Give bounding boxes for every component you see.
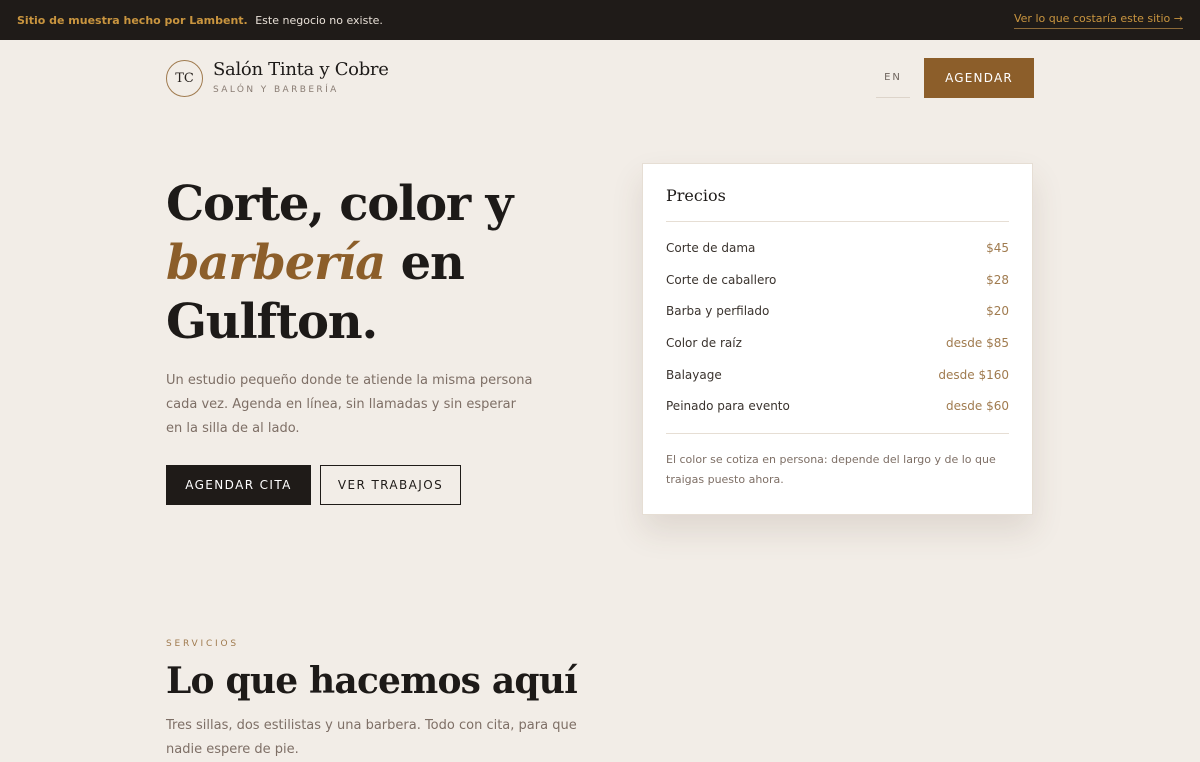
service-price: $45 xyxy=(986,240,1009,255)
book-button[interactable]: AGENDAR xyxy=(924,58,1034,98)
sample-site-banner: Sitio de muestra hecho por Lambent. Este… xyxy=(0,0,1200,40)
service-price: desde $85 xyxy=(946,335,1009,350)
service-name: Corte de dama xyxy=(666,240,756,255)
hero-title-line3: Gulfton. xyxy=(166,294,378,350)
logo-monogram[interactable]: TC xyxy=(166,60,203,97)
services-label: SERVICIOS xyxy=(166,639,239,649)
service-name: Barba y perfilado xyxy=(666,304,770,319)
service-price: $20 xyxy=(986,304,1009,319)
hero-title-accent: barbería xyxy=(166,235,386,291)
site-name[interactable]: Salón Tinta y Cobre xyxy=(213,59,389,80)
service-price: $28 xyxy=(986,272,1009,287)
services-subtitle: Tres sillas, dos estilistas y una barber… xyxy=(166,718,577,757)
service-name: Balayage xyxy=(666,367,722,382)
price-row: Balayage desde $160 xyxy=(666,359,1009,391)
price-row: Peinado para evento desde $60 xyxy=(666,390,1009,422)
price-row: Color de raíz desde $85 xyxy=(666,327,1009,359)
language-toggle[interactable]: EN xyxy=(876,58,910,98)
service-name: Color de raíz xyxy=(666,335,742,350)
hero-title-line2: en xyxy=(385,235,465,291)
service-name: Peinado para evento xyxy=(666,399,790,414)
view-work-button[interactable]: VER TRABAJOS xyxy=(320,465,461,505)
price-row: Corte de dama $45 xyxy=(666,232,1009,264)
price-note: El color se cotiza en persona: depende d… xyxy=(666,433,1009,490)
price-row: Barba y perfilado $20 xyxy=(666,295,1009,327)
price-row: Corte de caballero $28 xyxy=(666,264,1009,296)
service-name: Corte de caballero xyxy=(666,272,777,287)
hero-title: Corte, color y barbería en Gulfton. xyxy=(166,175,586,352)
price-card: Precios Corte de dama $45 Corte de cabal… xyxy=(642,163,1033,515)
services-title: Lo que hacemos aquí xyxy=(166,660,578,702)
service-price: desde $160 xyxy=(938,367,1009,382)
site-header: TC Salón Tinta y Cobre SALÓN Y BARBERÍA … xyxy=(166,58,1034,100)
book-appointment-button[interactable]: AGENDAR CITA xyxy=(166,465,311,505)
price-card-title: Precios xyxy=(666,164,1009,222)
hero-title-line1: Corte, color y xyxy=(166,176,513,232)
price-list: Corte de dama $45 Corte de caballero $28… xyxy=(666,222,1009,422)
site-tagline: SALÓN Y BARBERÍA xyxy=(213,85,339,95)
banner-note: Este negocio no existe. xyxy=(255,13,383,27)
pricing-link[interactable]: Ver lo que costaría este sitio → xyxy=(1013,12,1183,29)
banner-brand: Sitio de muestra hecho por Lambent. xyxy=(17,13,248,27)
banner-text: Sitio de muestra hecho por Lambent. Este… xyxy=(17,14,383,27)
service-price: desde $60 xyxy=(946,399,1009,414)
hero-subtitle: Un estudio pequeño donde te atiende la m… xyxy=(166,373,533,436)
